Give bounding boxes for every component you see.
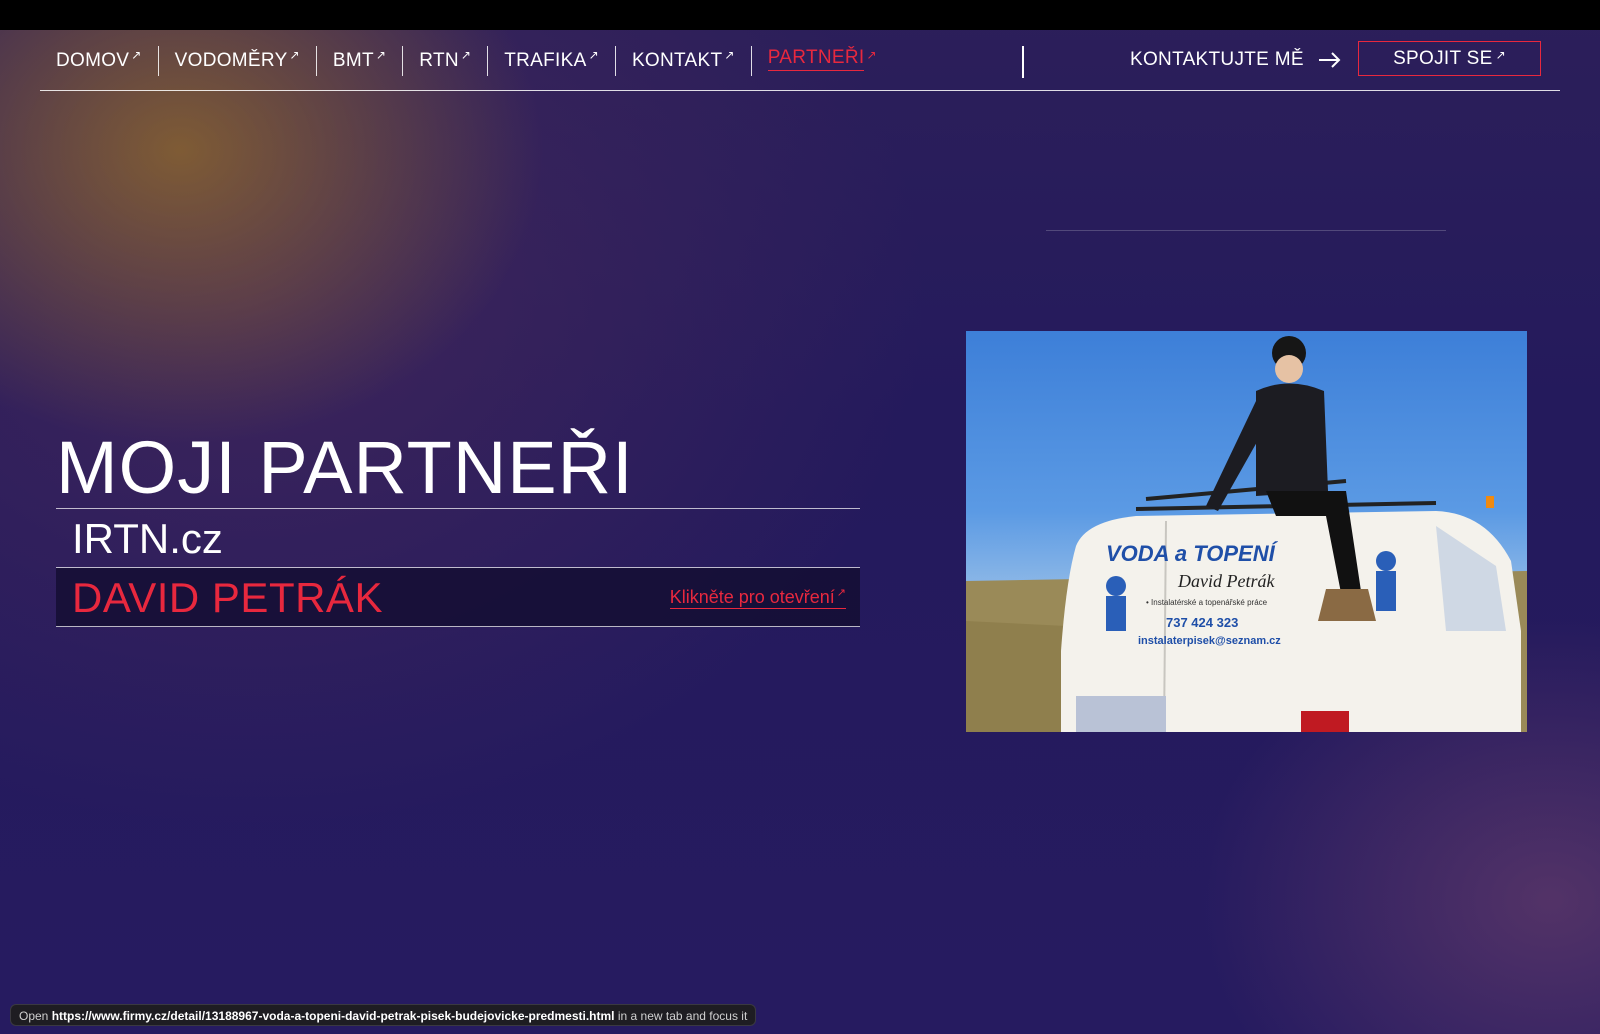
nav-item-trafika[interactable]: TRAFIKA ↗ xyxy=(487,46,615,76)
status-prefix: Open xyxy=(19,1009,49,1023)
nav-item-kontakt[interactable]: KONTAKT ↗ xyxy=(614,46,751,76)
contact-me-link[interactable]: KONTAKTUJTE MĚ xyxy=(1130,44,1342,76)
browser-top-bar xyxy=(0,0,1600,30)
nav-items: DOMOV ↗ VODOMĚRY ↗ BMT ↗ RTN ↗ TRAFIKA ↗… xyxy=(56,46,893,76)
van-text-line3: • Instalatérské a topenářské práce xyxy=(1146,598,1268,607)
external-arrow-icon: ↗ xyxy=(724,48,735,62)
external-arrow-icon: ↗ xyxy=(131,48,142,62)
nav-item-label: PARTNEŘI xyxy=(767,46,865,71)
external-arrow-icon: ↗ xyxy=(866,48,877,62)
nav-item-rtn[interactable]: RTN ↗ xyxy=(402,46,487,76)
partner-list: IRTN.cz DAVID PETRÁK Klikněte pro otevře… xyxy=(56,508,860,627)
nav-item-bmt[interactable]: BMT ↗ xyxy=(315,46,402,76)
nav-item-partneri[interactable]: PARTNEŘI ↗ xyxy=(750,46,893,76)
nav-item-vodomery[interactable]: VODOMĚRY ↗ xyxy=(157,46,316,76)
partner-row-irtn[interactable]: IRTN.cz xyxy=(56,509,860,568)
external-arrow-icon: ↗ xyxy=(289,48,300,62)
arrow-right-icon xyxy=(1318,52,1341,68)
external-arrow-icon: ↗ xyxy=(375,48,387,62)
nav-item-label: KONTAKT xyxy=(631,50,723,71)
connect-button-label: SPOJIT SE xyxy=(1393,47,1493,69)
link-status-bar: Open https://www.firmy.cz/detail/1318896… xyxy=(10,1004,757,1026)
partner-row-david-petrak[interactable]: DAVID PETRÁK Klikněte pro otevření ↗ xyxy=(56,568,860,627)
nav-item-label: VODOMĚRY xyxy=(174,50,288,71)
status-url: https://www.firmy.cz/detail/13188967-vod… xyxy=(51,1009,615,1023)
van-photo-illustration: VODA a TOPENÍ David Petrák • Instalatérs… xyxy=(966,336,1527,732)
van-text-line1: VODA a TOPENÍ xyxy=(1106,541,1279,566)
van-text-line2: David Petrák xyxy=(1177,571,1275,591)
contact-me-label: KONTAKTUJTE MĚ xyxy=(1130,49,1304,70)
nav-item-domov[interactable]: DOMOV ↗ xyxy=(56,46,158,76)
van-email: instalaterpisek@seznam.cz xyxy=(1138,635,1281,647)
main-navigation: DOMOV ↗ VODOMĚRY ↗ BMT ↗ RTN ↗ TRAFIKA ↗… xyxy=(40,30,1560,91)
nav-item-label: TRAFIKA xyxy=(504,50,587,71)
connect-button[interactable]: SPOJIT SE ↗ xyxy=(1358,41,1541,76)
open-partner-link[interactable]: Klikněte pro otevření ↗ xyxy=(669,586,846,609)
nav-item-label: DOMOV xyxy=(56,50,130,71)
van-phone: 737 424 323 xyxy=(1166,615,1238,630)
nav-item-label: BMT xyxy=(332,50,374,71)
partner-photo: VODA a TOPENÍ David Petrák • Instalatérs… xyxy=(966,331,1527,732)
page-title: MOJI PARTNEŘI xyxy=(56,426,634,509)
external-arrow-icon: ↗ xyxy=(588,48,599,62)
nav-item-label: RTN xyxy=(419,50,459,71)
open-link-label: Klikněte pro otevření xyxy=(669,587,835,607)
nav-divider xyxy=(1022,46,1024,78)
status-suffix: in a new tab and focus it xyxy=(617,1009,748,1023)
external-arrow-icon: ↗ xyxy=(460,48,472,62)
external-arrow-icon: ↗ xyxy=(836,587,846,599)
external-arrow-icon: ↗ xyxy=(1495,48,1506,62)
partner-name: DAVID PETRÁK xyxy=(72,574,383,621)
decorative-divider xyxy=(1046,230,1446,231)
partner-name: IRTN.cz xyxy=(72,515,223,562)
